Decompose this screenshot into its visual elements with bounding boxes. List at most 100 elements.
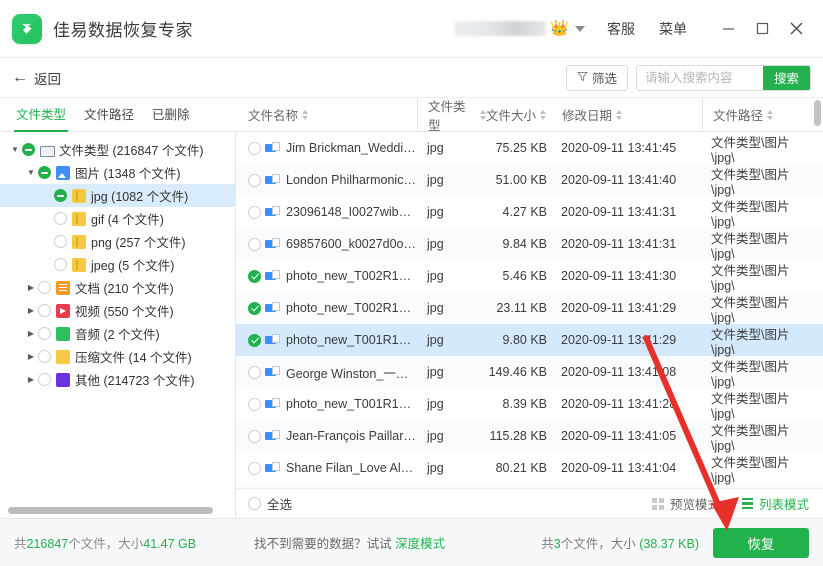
tree-node-checkbox[interactable] [38,304,51,317]
table-row[interactable]: Jean-François Paillard Ch... jpg 115.28 KB… [236,420,823,453]
list-mode-button[interactable]: 列表模式 [759,494,809,513]
tree-node-checkbox[interactable] [54,235,67,248]
tree-node[interactable]: ▼ 图片 (1348 个文件) [0,161,235,184]
minimize-button[interactable] [711,0,745,58]
cell-modified-date: 2020-09-11 13:41:29 [561,301,677,315]
tree-node[interactable]: ▶ 视频 (550 个文件) [0,299,235,322]
list-vertical-scrollbar[interactable] [814,100,821,126]
table-row[interactable]: London Philharmonic Orc... jpg 51.00 KB 202… [236,164,823,197]
column-header-file-size[interactable]: 文件大小 [486,98,562,132]
table-row[interactable]: George Winston_一个人去... jpg 149.46 KB 2020-0… [236,356,823,389]
column-header-modified-date[interactable]: 修改日期 [562,98,702,132]
row-checkbox[interactable] [248,397,261,411]
row-checkbox[interactable] [248,301,261,315]
cell-file-path: 文件类型\图片\jpg\ [711,295,790,325]
preview-mode-button[interactable]: 预览模式 [670,494,720,513]
image-file-icon [265,205,280,219]
tree-node[interactable]: ▶ 压缩文件 (14 个文件) [0,345,235,368]
tree-node[interactable]: ▼ 文件类型 (216847 个文件) [0,138,235,161]
table-row[interactable]: photo_new_T002R180x1... jpg 5.46 KB 2020-09… [236,260,823,293]
cell-file-size: 5.46 KB [502,269,547,283]
row-checkbox[interactable] [248,237,261,251]
tree-node[interactable]: ▶jpeg (5 个文件) [0,253,235,276]
recover-button[interactable]: 恢复 [713,527,809,558]
tree-node[interactable]: ▶jpg (1082 个文件) [0,184,235,207]
table-row[interactable]: Jim Brickman_Wedding S... jpg 75.25 KB 2020… [236,132,823,165]
tree-node-checkbox[interactable] [38,166,51,179]
table-row[interactable]: 23096148_I0027wibn78_... jpg 4.27 KB 2020-0… [236,196,823,229]
tree-node[interactable]: ▶ 文档 (210 个文件) [0,276,235,299]
row-checkbox[interactable] [248,205,261,219]
tree-expand-icon[interactable]: ▶ [24,306,38,315]
menu-button[interactable]: 菜单 [659,19,687,39]
tree-node-checkbox[interactable] [38,373,51,386]
cell-file-size: 80.21 KB [495,461,547,475]
table-row[interactable]: photo_new_T001R150x1... jpg 9.80 KB 2020-09… [236,324,823,357]
filter-button[interactable]: 筛选 [565,64,628,91]
tree-node-checkbox[interactable] [38,350,51,363]
tree-node-checkbox[interactable] [54,212,67,225]
tree-expand-icon[interactable]: ▶ [24,375,38,384]
file-name-label: London Philharmonic Orc... [286,173,417,187]
row-checkbox[interactable] [248,461,261,475]
image-file-icon [265,365,280,379]
tab-file-path[interactable]: 文件路径 [82,98,136,132]
back-button[interactable]: ← 返回 [12,68,61,88]
row-checkbox[interactable] [248,429,261,443]
row-checkbox[interactable] [248,333,261,347]
tree-node-checkbox[interactable] [54,189,67,202]
select-all-checkbox[interactable]: 全选 [248,494,292,513]
table-row[interactable]: 69857600_k0027d0o7zx... jpg 9.84 KB 2020-09… [236,228,823,261]
tree-horizontal-scrollbar[interactable] [8,507,213,514]
grid-view-icon[interactable] [651,497,664,510]
cell-modified-date: 2020-09-11 13:41:28 [561,397,677,411]
row-checkbox[interactable] [248,173,261,187]
column-header-file-type[interactable]: 文件类型 [418,98,486,133]
back-button-label: 返回 [34,71,61,87]
tree-node[interactable]: ▶ 其他 (214723 个文件) [0,368,235,391]
table-row[interactable]: photo_new_T001R150x1... jpg 8.39 KB 2020-09… [236,388,823,421]
cell-file-path: 文件类型\图片\jpg\ [711,263,790,293]
tree-node[interactable]: ▶gif (4 个文件) [0,207,235,230]
tree-collapse-icon[interactable]: ▼ [24,168,38,177]
maximize-button[interactable] [745,0,779,58]
row-checkbox[interactable] [248,141,261,155]
close-button[interactable] [779,0,813,58]
search-input[interactable] [636,65,763,90]
table-row[interactable]: photo_new_T002R180x1... jpg 23.11 KB 2020-0… [236,292,823,325]
row-checkbox[interactable] [248,365,261,379]
cell-file-name: Jim Brickman_Wedding S... [236,141,417,155]
column-header-file-path[interactable]: 文件路径 [703,98,811,132]
cell-file-size: 4.27 KB [502,205,547,219]
tree-node[interactable]: ▶ 音频 (2 个文件) [0,322,235,345]
cell-file-name: Jean-François Paillard Ch... [236,429,417,443]
cell-file-name: photo_new_T001R150x1... [236,397,417,411]
tree-expand-icon[interactable]: ▶ [24,283,38,292]
cell-file-type: jpg [427,397,444,411]
tree-node-checkbox[interactable] [22,143,35,156]
row-checkbox[interactable] [248,269,261,283]
customer-support-button[interactable]: 客服 [607,19,635,39]
tree-expand-icon[interactable]: ▶ [24,352,38,361]
tab-file-type[interactable]: 文件类型 [14,98,69,132]
tree-collapse-icon[interactable]: ▼ [8,145,22,154]
chevron-down-icon[interactable] [575,25,585,32]
deep-mode-link[interactable]: 深度模式 [395,537,445,551]
tree-node-checkbox[interactable] [38,327,51,340]
tree-node-checkbox[interactable] [54,258,67,271]
search-button[interactable]: 搜索 [762,65,810,90]
tab-deleted[interactable]: 已删除 [150,98,192,132]
tree-node-checkbox[interactable] [38,281,51,294]
tree-node[interactable]: ▶png (257 个文件) [0,230,235,253]
tree-expand-icon[interactable]: ▶ [24,329,38,338]
tree-node-label: 音频 (2 个文件) [75,328,160,342]
column-header-file-type-label: 文件类型 [428,99,466,133]
column-header-file-name[interactable]: 文件名称 [236,98,417,132]
cell-file-path: 文件类型\图片\jpg\ [711,199,790,229]
filter-button-label: 筛选 [591,72,617,86]
app-logo-icon [12,13,42,44]
tree-node-label: png (257 个文件) [91,236,186,250]
table-row[interactable]: Shane Filan_Love Always_... jpg 80.21 KB 20… [236,452,823,485]
list-view-icon[interactable] [741,497,753,510]
username-redacted [454,21,547,36]
